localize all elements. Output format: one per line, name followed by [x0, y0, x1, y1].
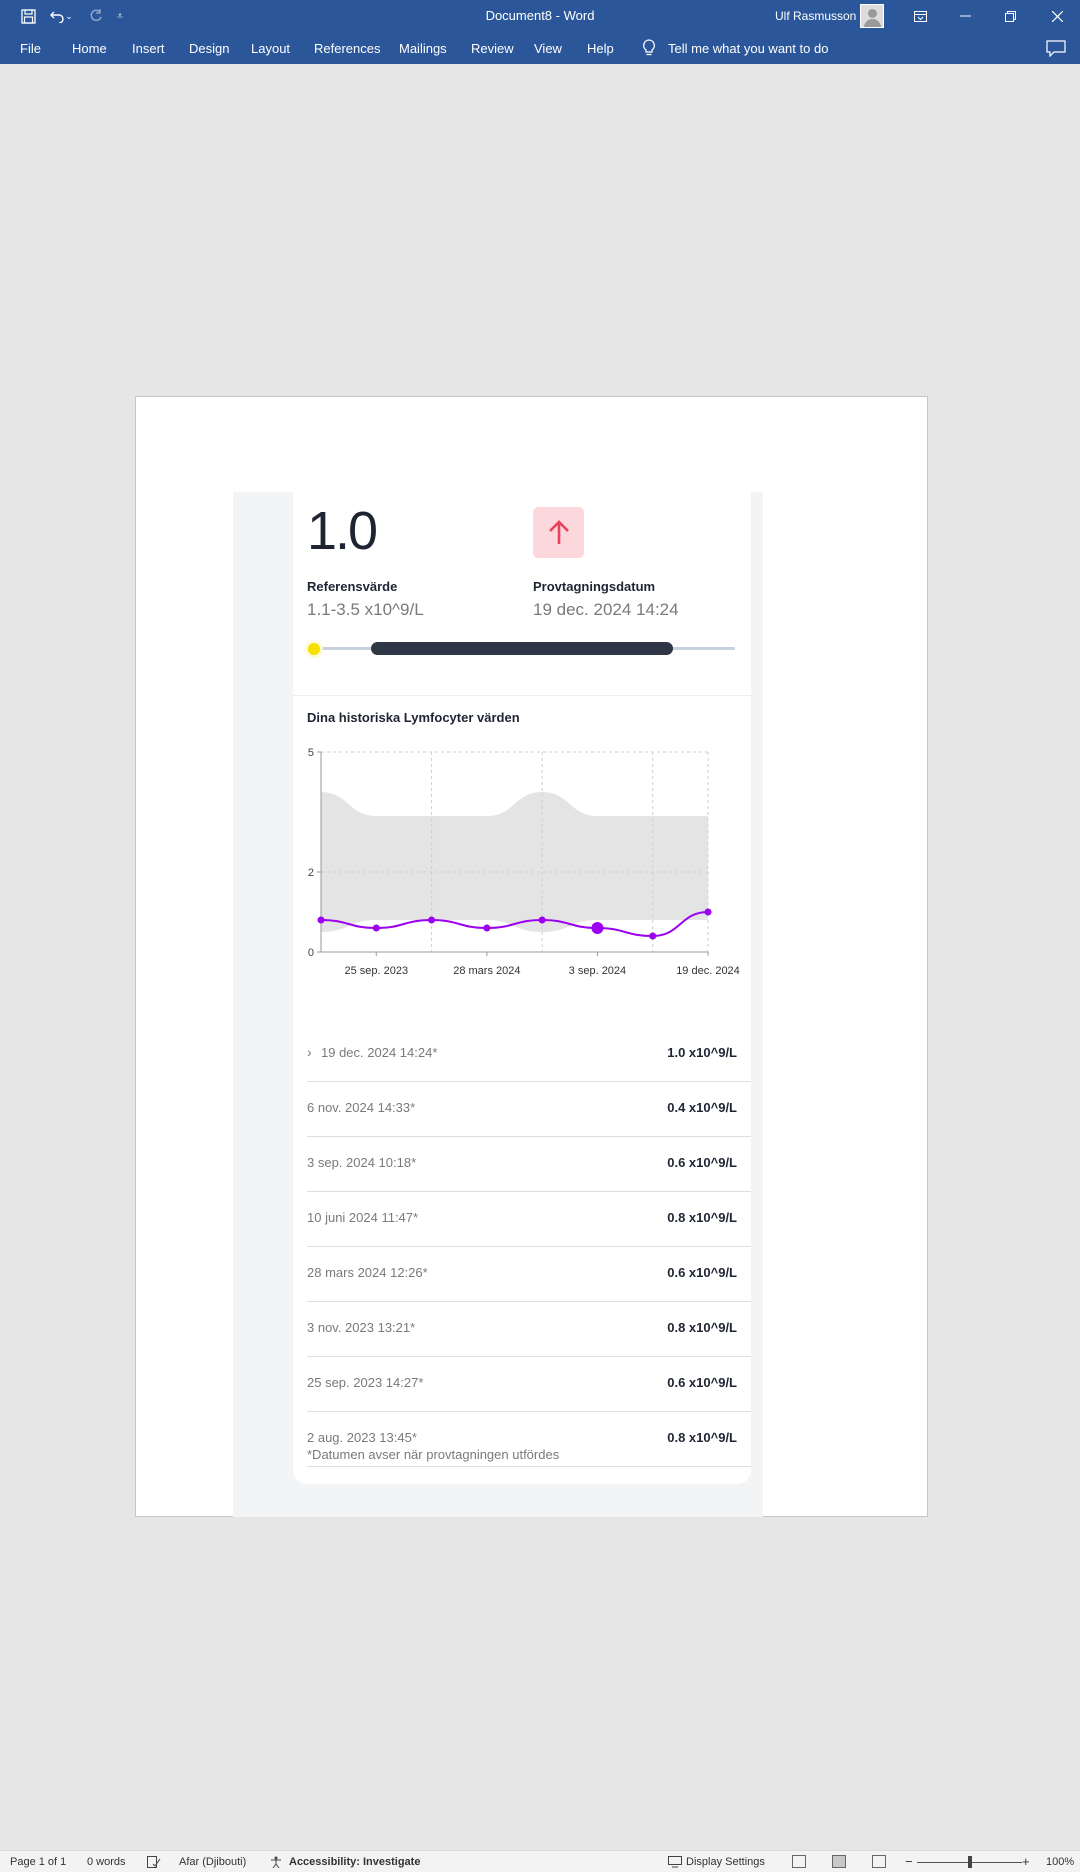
- read-mode-icon[interactable]: [792, 1855, 806, 1868]
- title-bar: ⌄ ⩡ Document8 - Word Ulf Rasmusson: [0, 0, 1080, 32]
- undo-dropdown-icon[interactable]: ⌄: [62, 0, 76, 32]
- user-avatar-icon[interactable]: [860, 4, 884, 28]
- history-row-value: 0.6 x10^9/L: [667, 1155, 737, 1170]
- history-row[interactable]: 25 sep. 2023 14:27* 0.6 x10^9/L: [307, 1357, 751, 1412]
- proofing-icon[interactable]: [147, 1856, 161, 1871]
- restore-icon[interactable]: [987, 0, 1033, 32]
- y-tick-label: 5: [308, 747, 314, 759]
- history-chart: 0 2 5 25 sep. 2023 28 mars 2024 3 sep. 2024 19…: [308, 747, 740, 977]
- zoom-in-icon[interactable]: +: [1022, 1854, 1030, 1869]
- reference-label: Referensvärde: [307, 579, 398, 594]
- reference-value: 1.1-3.5 x10^9/L: [307, 600, 424, 619]
- date-value: 19 dec. 2024 14:24: [533, 600, 679, 619]
- close-icon[interactable]: [1034, 0, 1080, 32]
- history-row[interactable]: 3 nov. 2023 13:21* 0.8 x10^9/L: [307, 1302, 751, 1357]
- tab-layout[interactable]: Layout: [251, 41, 290, 56]
- result-value: 1.0: [307, 501, 378, 561]
- zoom-slider-thumb[interactable]: [968, 1856, 972, 1868]
- x-tick-label: 25 sep. 2023: [344, 965, 408, 977]
- history-row-date: 19 dec. 2024 14:24*: [321, 1045, 438, 1060]
- arrow-up-icon: [548, 519, 569, 544]
- zoom-level[interactable]: 100%: [1046, 1856, 1074, 1868]
- footnote: *Datumen avser när provtagningen utförde…: [307, 1447, 560, 1462]
- ribbon-display-options-icon[interactable]: [897, 0, 943, 32]
- history-row-date: 3 nov. 2023 13:21*: [307, 1320, 416, 1335]
- history-row[interactable]: › 19 dec. 2024 14:24* 1.0 x10^9/L: [307, 1027, 751, 1082]
- history-row-date: 25 sep. 2023 14:27*: [307, 1375, 424, 1390]
- embedded-screenshot: 1.0 Referensvärde 1.1-3.5 x10^9/L Provta…: [233, 492, 763, 1517]
- document-page[interactable]: 1.0 Referensvärde 1.1-3.5 x10^9/L Provta…: [135, 396, 928, 1517]
- history-row-date: 6 nov. 2024 14:33*: [307, 1100, 416, 1115]
- page-count[interactable]: Page 1 of 1: [10, 1856, 66, 1868]
- divider: [293, 695, 751, 696]
- tab-design[interactable]: Design: [189, 41, 229, 56]
- date-label: Provtagningsdatum: [533, 579, 656, 594]
- y-tick-label: 0: [308, 947, 314, 959]
- minimize-icon[interactable]: [942, 0, 988, 32]
- user-name[interactable]: Ulf Rasmusson: [775, 9, 856, 23]
- word-count[interactable]: 0 words: [87, 1856, 126, 1868]
- accessibility-icon[interactable]: [270, 1856, 284, 1871]
- x-tick-label: 28 mars 2024: [453, 965, 520, 977]
- history-row-date: 28 mars 2024 12:26*: [307, 1265, 428, 1280]
- save-icon[interactable]: [14, 0, 42, 32]
- tab-review[interactable]: Review: [471, 41, 514, 56]
- data-point: [591, 922, 604, 934]
- tab-references[interactable]: References: [314, 41, 380, 56]
- history-row[interactable]: 28 mars 2024 12:26* 0.6 x10^9/L: [307, 1247, 751, 1302]
- history-row-value: 1.0 x10^9/L: [667, 1045, 737, 1060]
- reference-band: [321, 792, 708, 932]
- zoom-out-icon[interactable]: −: [905, 1854, 913, 1869]
- history-row-date: 2 aug. 2023 13:45*: [307, 1430, 417, 1445]
- data-point: [538, 916, 546, 924]
- web-layout-icon[interactable]: [872, 1855, 886, 1868]
- data-point: [649, 932, 657, 940]
- x-tick-label: 19 dec. 2024: [676, 965, 740, 977]
- data-point: [483, 924, 491, 932]
- tab-file[interactable]: File: [20, 41, 41, 56]
- status-badge: [533, 507, 584, 558]
- data-point: [704, 908, 712, 916]
- history-title: Dina historiska Lymfocyter värden: [307, 710, 520, 725]
- data-point: [317, 916, 325, 924]
- print-layout-icon[interactable]: [832, 1855, 846, 1868]
- history-row[interactable]: 3 sep. 2024 10:18* 0.6 x10^9/L: [307, 1137, 751, 1192]
- ribbon-tabs: File Home Insert Design Layout Reference…: [0, 32, 1080, 64]
- tab-help[interactable]: Help: [587, 41, 614, 56]
- accessibility-status[interactable]: Accessibility: Investigate: [289, 1856, 420, 1868]
- customize-toolbar-icon[interactable]: ⩡: [112, 0, 128, 32]
- history-row-value: 0.8 x10^9/L: [667, 1210, 737, 1225]
- display-settings-icon[interactable]: [668, 1856, 682, 1871]
- redo-icon[interactable]: [82, 0, 110, 32]
- chevron-right-icon: ›: [307, 1044, 312, 1060]
- history-row-value: 0.6 x10^9/L: [667, 1375, 737, 1390]
- history-row[interactable]: 6 nov. 2024 14:33* 0.4 x10^9/L: [307, 1082, 751, 1137]
- language[interactable]: Afar (Djibouti): [179, 1856, 246, 1868]
- reference-range-bar: [371, 642, 673, 655]
- data-point: [372, 924, 380, 932]
- x-tick-label: 3 sep. 2024: [569, 965, 627, 977]
- history-row[interactable]: 10 juni 2024 11:47* 0.8 x10^9/L: [307, 1192, 751, 1247]
- status-bar: Page 1 of 1 0 words Afar (Djibouti) Acce…: [0, 1850, 1080, 1872]
- result-card: 1.0 Referensvärde 1.1-3.5 x10^9/L Provta…: [293, 492, 751, 1484]
- y-tick-label: 2: [308, 867, 314, 879]
- history-row-date: 10 juni 2024 11:47*: [307, 1210, 419, 1225]
- tell-me-search[interactable]: Tell me what you want to do: [668, 41, 828, 56]
- tab-view[interactable]: View: [534, 41, 562, 56]
- display-settings[interactable]: Display Settings: [686, 1856, 765, 1868]
- comments-icon[interactable]: [1046, 40, 1066, 57]
- current-value-indicator: [305, 640, 323, 658]
- lightbulb-icon[interactable]: [641, 39, 657, 57]
- data-point: [428, 916, 436, 924]
- history-row-value: 0.6 x10^9/L: [667, 1265, 737, 1280]
- tab-insert[interactable]: Insert: [132, 41, 165, 56]
- tab-mailings[interactable]: Mailings: [399, 41, 447, 56]
- history-row-date: 3 sep. 2024 10:18*: [307, 1155, 417, 1170]
- history-row-value: 0.4 x10^9/L: [667, 1100, 737, 1115]
- tab-home[interactable]: Home: [72, 41, 107, 56]
- history-row-value: 0.8 x10^9/L: [667, 1320, 737, 1335]
- history-row-value: 0.8 x10^9/L: [667, 1430, 737, 1445]
